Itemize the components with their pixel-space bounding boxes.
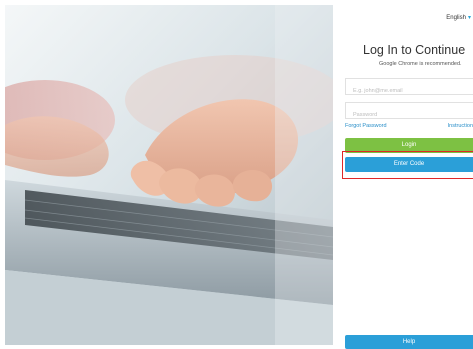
email-field[interactable] (345, 78, 473, 99)
enter-code-button[interactable]: Enter Code (345, 157, 473, 172)
email-input[interactable] (346, 83, 473, 99)
password-field[interactable] (345, 102, 473, 123)
password-input[interactable] (346, 107, 473, 123)
chevron-down-icon: ▾ (467, 15, 471, 21)
hero-photo (5, 5, 333, 345)
language-selector[interactable]: English ▾ (446, 14, 471, 21)
help-button[interactable]: Help (345, 335, 473, 349)
browser-recommendation: Google Chrome is recommended. (379, 61, 462, 67)
forgot-password-link[interactable]: Forgot Password (345, 123, 387, 129)
login-panel: English ▾ Log In to Continue Google Chrom… (333, 0, 473, 349)
instruction-link[interactable]: Instruction (448, 123, 473, 129)
laptop-typing-illustration (5, 5, 333, 345)
page-title: Log In to Continue (363, 43, 466, 57)
language-label: English (446, 15, 466, 21)
